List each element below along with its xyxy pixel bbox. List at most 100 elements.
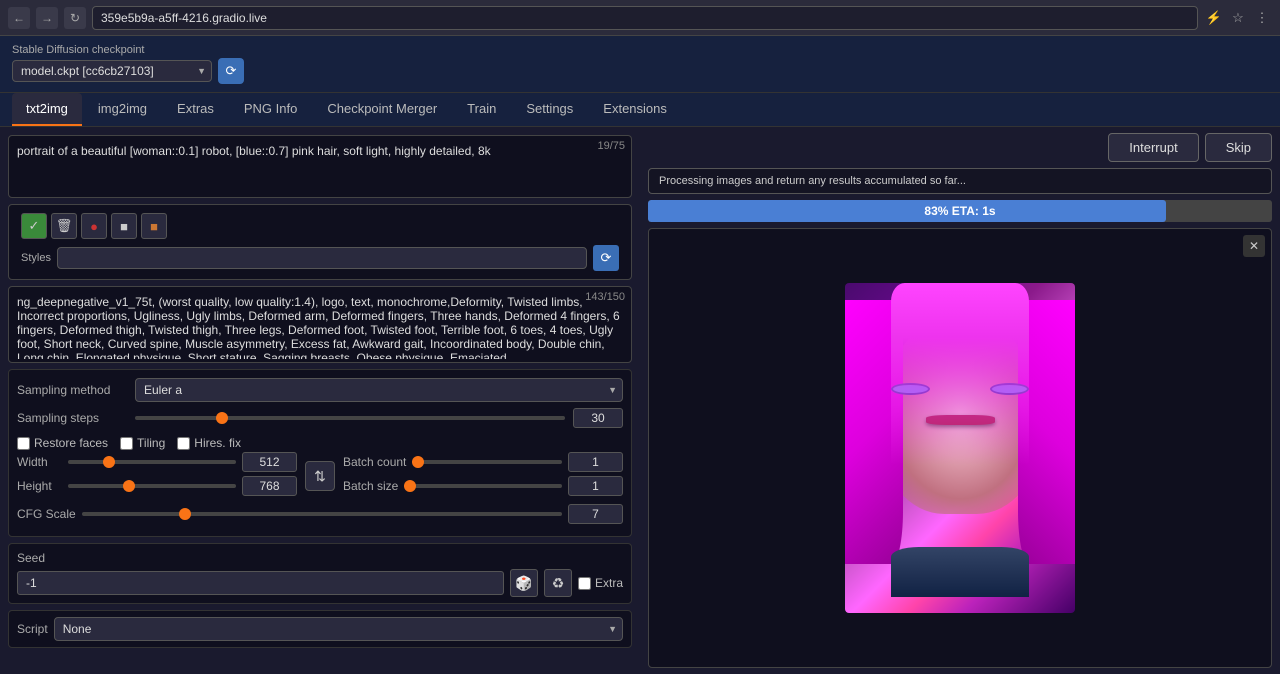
extensions-icon[interactable]: ⚡ (1204, 8, 1224, 28)
tooltip-area: Processing images and return any results… (648, 168, 1272, 194)
back-button[interactable]: ← (8, 7, 30, 29)
restore-faces-checkbox[interactable]: Restore faces (17, 436, 108, 450)
sampling-method-row: Sampling method Euler a (17, 378, 623, 402)
model-section: Stable Diffusion checkpoint model.ckpt [… (12, 44, 244, 84)
extra-label-text: Extra (595, 576, 623, 590)
refresh-button[interactable]: ↻ (64, 7, 86, 29)
batch-count-slider[interactable] (412, 460, 562, 464)
eye-left (891, 383, 930, 395)
star-icon[interactable]: ☆ (1228, 8, 1248, 28)
refresh-icon: ⟳ (226, 63, 237, 79)
hair-left (845, 300, 903, 564)
model-refresh-button[interactable]: ⟳ (218, 58, 244, 84)
batch-count-label: Batch count (343, 455, 406, 469)
nav-tabs: txt2img img2img Extras PNG Info Checkpoi… (0, 93, 1280, 127)
prompt-icons-bar: ✓ 🗑 ● ■ ■ (15, 209, 625, 243)
sampling-method-select[interactable]: Euler a (135, 378, 623, 402)
tab-extras[interactable]: Extras (163, 93, 228, 126)
batch-size-slider[interactable] (404, 484, 562, 488)
seed-dice-button[interactable]: 🎲 (510, 569, 538, 597)
prompt-toolbar: ✓ 🗑 ● ■ ■ Styles ⟳ (8, 204, 632, 280)
negative-prompt-input[interactable] (9, 287, 631, 359)
sampling-steps-value[interactable] (573, 408, 623, 428)
swap-dimensions-button[interactable]: ⇅ (305, 461, 335, 491)
batch-count-row: Batch count (343, 452, 623, 472)
cfg-scale-slider[interactable] (82, 512, 562, 516)
height-label: Height (17, 479, 62, 493)
cfg-scale-value[interactable] (568, 504, 623, 524)
tab-settings[interactable]: Settings (512, 93, 587, 126)
tooltip-text: Processing images and return any results… (659, 175, 966, 187)
swap-icon: ⇅ (314, 468, 326, 485)
tiling-checkbox[interactable]: Tiling (120, 436, 165, 450)
image-close-button[interactable]: ✕ (1243, 235, 1265, 257)
batch-size-label: Batch size (343, 479, 398, 493)
tab-img2img[interactable]: img2img (84, 93, 161, 126)
positive-prompt-container: 19/75 (8, 135, 632, 198)
positive-prompt-input[interactable] (9, 136, 631, 194)
prompt-trash-button[interactable]: 🗑 (51, 213, 77, 239)
height-slider[interactable] (68, 484, 236, 488)
main-content: 19/75 ✓ 🗑 ● ■ ■ Styles (0, 127, 1280, 674)
script-select[interactable]: None (54, 617, 623, 641)
width-value[interactable] (242, 452, 297, 472)
model-select[interactable]: model.ckpt [cc6cb27103] (12, 60, 212, 82)
width-slider[interactable] (68, 460, 236, 464)
hair-right (1018, 300, 1076, 564)
skip-button[interactable]: Skip (1205, 133, 1272, 162)
menu-icon[interactable]: ⋮ (1252, 8, 1272, 28)
height-value[interactable] (242, 476, 297, 496)
hires-fix-input[interactable] (177, 437, 190, 450)
styles-refresh-icon: ⟳ (601, 250, 612, 266)
progress-bar-container: 83% ETA: 1s (648, 200, 1272, 222)
hires-fix-label: Hires. fix (194, 436, 241, 450)
interrupt-button[interactable]: Interrupt (1108, 133, 1198, 162)
tab-txt2img[interactable]: txt2img (12, 93, 82, 126)
tiling-label: Tiling (137, 436, 165, 450)
batch-count-value[interactable] (568, 452, 623, 472)
hires-fix-checkbox[interactable]: Hires. fix (177, 436, 241, 450)
tab-checkpoint-merger[interactable]: Checkpoint Merger (313, 93, 451, 126)
prompt-orange-button[interactable]: ■ (141, 213, 167, 239)
progress-bar-fill (648, 200, 1166, 222)
model-select-wrapper: model.ckpt [cc6cb27103] (12, 60, 212, 82)
extra-checkbox-label[interactable]: Extra (578, 576, 623, 590)
forward-button[interactable]: → (36, 7, 58, 29)
tab-train[interactable]: Train (453, 93, 510, 126)
prompt-red-button[interactable]: ● (81, 213, 107, 239)
generated-image (845, 283, 1075, 613)
styles-select[interactable] (57, 247, 587, 269)
browser-bar: ← → ↻ 359e5b9a-a5ff-4216.gradio.live ⚡ ☆… (0, 0, 1280, 36)
restore-faces-label: Restore faces (34, 436, 108, 450)
url-bar[interactable]: 359e5b9a-a5ff-4216.gradio.live (92, 6, 1198, 30)
extra-checkbox[interactable] (578, 577, 591, 590)
width-label: Width (17, 455, 62, 469)
tab-extensions[interactable]: Extensions (589, 93, 681, 126)
width-row: Width (17, 452, 297, 472)
robot-collar (891, 547, 1029, 597)
batch-size-value[interactable] (568, 476, 623, 496)
sampling-steps-slider[interactable] (135, 416, 565, 420)
recycle-icon: ♻ (552, 575, 565, 592)
prompt-check-button[interactable]: ✓ (21, 213, 47, 239)
eye-right (990, 383, 1029, 395)
sampling-select-wrapper: Euler a (135, 378, 623, 402)
cfg-scale-row: CFG Scale (17, 504, 623, 524)
positive-prompt-counter: 19/75 (597, 140, 625, 152)
restore-faces-input[interactable] (17, 437, 30, 450)
tab-png-info[interactable]: PNG Info (230, 93, 311, 126)
sampling-steps-label: Sampling steps (17, 411, 127, 425)
seed-input[interactable] (17, 571, 504, 595)
app-wrapper: Stable Diffusion checkpoint model.ckpt [… (0, 36, 1280, 674)
width-height-row: Width Height ⇅ (17, 452, 623, 500)
script-section: Script None (8, 610, 632, 648)
checkbox-row: Restore faces Tiling Hires. fix (17, 434, 623, 452)
eyes (891, 383, 1029, 395)
tiling-input[interactable] (120, 437, 133, 450)
prompt-square-button[interactable]: ■ (111, 213, 137, 239)
seed-recycle-button[interactable]: ♻ (544, 569, 572, 597)
styles-refresh-button[interactable]: ⟳ (593, 245, 619, 271)
face-features (891, 375, 1029, 524)
styles-select-wrapper (57, 247, 587, 269)
negative-prompt-counter: 143/150 (585, 291, 625, 303)
